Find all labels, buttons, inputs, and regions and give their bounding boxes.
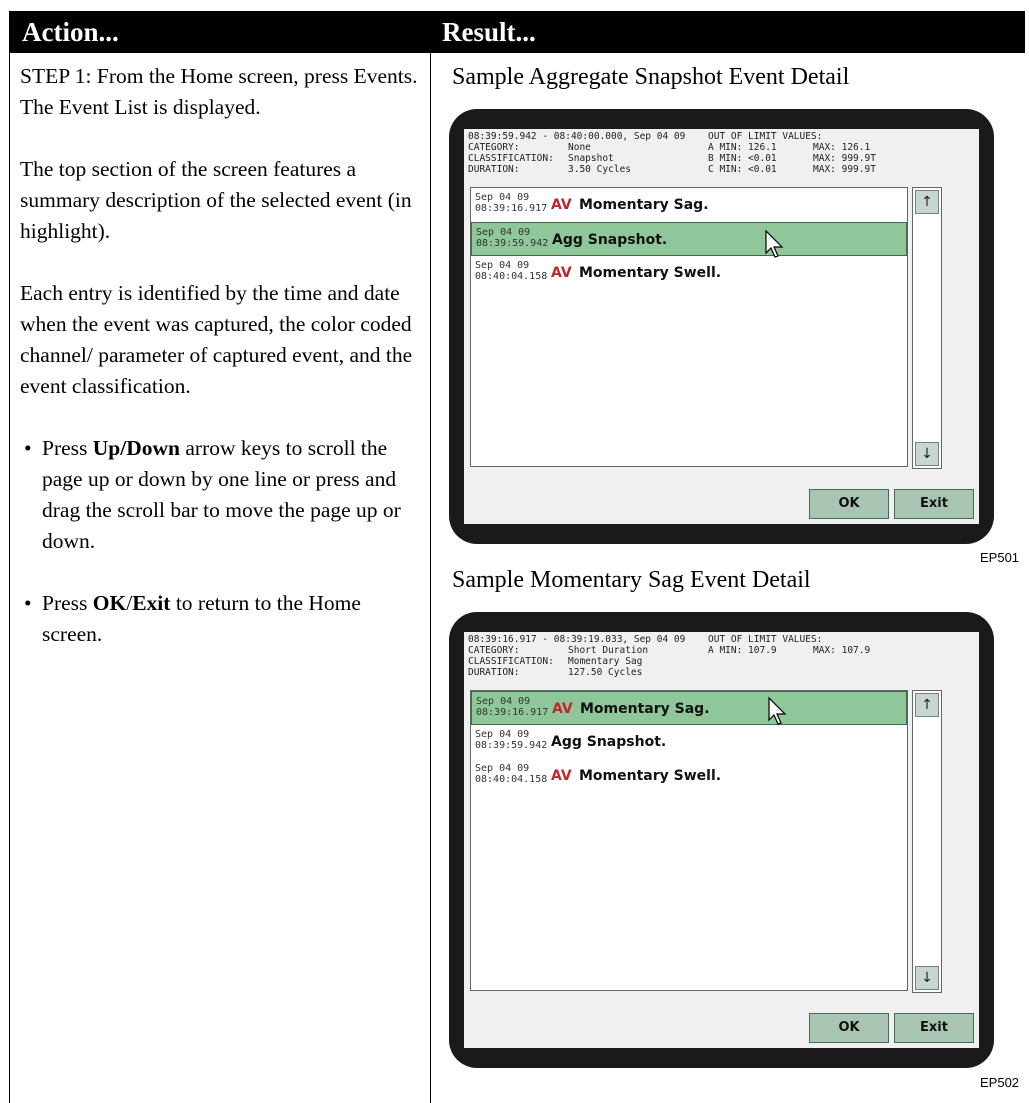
scroll-down-button[interactable]: ↓ (915, 966, 939, 990)
channel-tag: AV (551, 197, 572, 213)
summary-value: Short Duration (568, 645, 649, 656)
limit-min: B MIN: <0.01 (708, 153, 777, 164)
event-list: Sep 04 09 08:39:16.917 AV Momentary Sag. … (470, 690, 908, 991)
text-run: Press (42, 591, 93, 615)
summary-label: CATEGORY: (468, 142, 520, 153)
limit-heading: OUT OF LIMIT VALUES: (708, 131, 823, 142)
event-timestamp: Sep 04 09 08:39:16.917 (476, 696, 549, 718)
event-row[interactable]: Sep 04 09 08:40:04.158 AV Momentary Swell… (471, 256, 907, 290)
event-timestamp: Sep 04 09 08:39:59.942 (476, 227, 549, 249)
channel-tag: AV (551, 265, 572, 281)
summary-label: DURATION: (468, 667, 520, 678)
limit-min: A MIN: 126.1 (708, 142, 777, 153)
event-classification: Momentary Sag. (580, 701, 710, 717)
figure-caption: Sample Aggregate Snapshot Event Detail (452, 64, 850, 90)
list-item: • Press Up/Down arrow keys to scroll the… (20, 433, 420, 557)
scroll-down-button[interactable]: ↓ (915, 442, 939, 466)
summary-label: CATEGORY: (468, 645, 520, 656)
time-range: 08:39:59.942 - 08:40:00.000, Sep 04 09 (468, 131, 686, 142)
time-range: 08:39:16.917 - 08:39:19.033, Sep 04 09 (468, 634, 686, 645)
exit-button[interactable]: Exit (894, 1013, 974, 1043)
list-item: • Press OK/Exit to return to the Home sc… (20, 588, 420, 650)
bullet: • (24, 591, 32, 615)
left-rule (9, 53, 10, 1103)
event-timestamp: Sep 04 09 08:39:59.942 (475, 729, 548, 751)
event-classification: Momentary Sag. (579, 197, 709, 213)
header-action: Action... (22, 17, 119, 47)
scrollbar[interactable]: ↑ ↓ (912, 187, 942, 469)
event-row[interactable]: Sep 04 09 08:39:16.917 AV Momentary Sag. (471, 188, 907, 222)
instruction-list: • Press Up/Down arrow keys to scroll the… (20, 433, 420, 650)
header-result: Result... (442, 17, 536, 47)
summary-value: None (568, 142, 591, 153)
scroll-up-button[interactable]: ↑ (915, 693, 939, 717)
event-detail-screen: 08:39:16.917 - 08:39:19.033, Sep 04 09 C… (464, 632, 979, 1048)
limit-max: MAX: 999.9T (813, 164, 876, 175)
arrow-cursor-icon (765, 229, 784, 258)
scroll-up-button[interactable]: ↑ (915, 190, 939, 214)
exit-button[interactable]: Exit (894, 489, 974, 519)
event-timestamp: Sep 04 09 08:39:16.917 (475, 192, 548, 214)
key-name: OK (92, 591, 127, 615)
device-screenshot: 08:39:59.942 - 08:40:00.000, Sep 04 09 C… (449, 109, 994, 544)
column-divider (430, 53, 431, 1103)
event-classification: Momentary Swell. (579, 768, 722, 784)
summary-value: Snapshot (568, 153, 614, 164)
summary-value: 3.50 Cycles (568, 164, 631, 175)
event-timestamp: Sep 04 09 08:40:04.158 (475, 763, 548, 785)
limit-max: MAX: 107.9 (813, 645, 871, 656)
summary-value: Momentary Sag (568, 656, 643, 667)
step-text: STEP 1: From the Home screen, press Even… (20, 64, 418, 119)
event-classification: Agg Snapshot. (551, 734, 667, 750)
key-name: Exit (132, 591, 171, 615)
top-section-text: The top section of the screen features a… (20, 157, 412, 243)
summary-label: CLASSIFICATION: (468, 656, 554, 667)
bullet: • (24, 436, 32, 460)
event-list: Sep 04 09 08:39:16.917 AV Momentary Sag. … (470, 187, 908, 467)
figure-caption: Sample Momentary Sag Event Detail (452, 567, 811, 593)
channel-tag: AV (551, 768, 572, 784)
event-row[interactable]: Sep 04 09 08:39:59.942 Agg Snapshot. (471, 725, 907, 759)
event-classification: Momentary Swell. (579, 265, 722, 281)
limit-min: A MIN: 107.9 (708, 645, 777, 656)
event-row-selected[interactable]: Sep 04 09 08:39:59.942 Agg Snapshot. (471, 222, 907, 256)
ok-button[interactable]: OK (809, 489, 889, 519)
event-classification: Agg Snapshot. (552, 232, 668, 248)
text-run: Press (42, 436, 93, 460)
event-timestamp: Sep 04 09 08:40:04.158 (475, 260, 548, 282)
arrow-cursor-icon (768, 696, 787, 725)
figure-id: EP501 (980, 550, 1020, 565)
action-column: STEP 1: From the Home screen, press Even… (20, 61, 420, 681)
limit-min: C MIN: <0.01 (708, 164, 777, 175)
summary-label: DURATION: (468, 164, 520, 175)
channel-tag: AV (552, 701, 573, 717)
summary-value: 127.50 Cycles (568, 667, 643, 678)
entry-text: Each entry is identified by the time and… (20, 281, 413, 398)
scrollbar[interactable]: ↑ ↓ (912, 690, 942, 993)
figure-id: EP502 (980, 1075, 1020, 1090)
event-row-selected[interactable]: Sep 04 09 08:39:16.917 AV Momentary Sag. (471, 691, 907, 725)
table-header: Action... Result... (9, 11, 1025, 53)
limit-max: MAX: 126.1 (813, 142, 871, 153)
summary-label: CLASSIFICATION: (468, 153, 554, 164)
key-name: Up/Down (92, 436, 180, 460)
event-row[interactable]: Sep 04 09 08:40:04.158 AV Momentary Swell… (471, 759, 907, 793)
device-screenshot: 08:39:16.917 - 08:39:19.033, Sep 04 09 C… (449, 612, 994, 1068)
limit-max: MAX: 999.9T (813, 153, 876, 164)
limit-heading: OUT OF LIMIT VALUES: (708, 634, 823, 645)
ok-button[interactable]: OK (809, 1013, 889, 1043)
event-detail-screen: 08:39:59.942 - 08:40:00.000, Sep 04 09 C… (464, 129, 979, 524)
